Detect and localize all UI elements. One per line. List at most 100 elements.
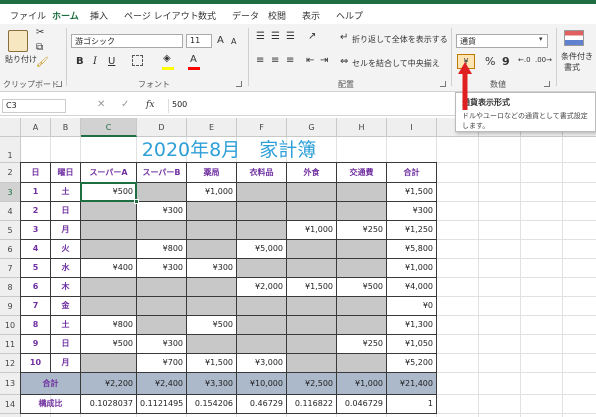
- decrease-decimal-icon[interactable]: .00→: [535, 57, 552, 64]
- data-cell[interactable]: [187, 335, 237, 354]
- data-cell[interactable]: [337, 297, 387, 316]
- paste-button[interactable]: 貼り付け: [5, 54, 37, 65]
- data-cell[interactable]: [337, 354, 387, 373]
- data-cell[interactable]: [237, 259, 287, 278]
- data-cell[interactable]: [287, 354, 337, 373]
- column-header-F[interactable]: F: [237, 118, 287, 137]
- data-cell[interactable]: ¥1,500: [387, 183, 437, 202]
- merge-center-icon[interactable]: ⇔: [340, 57, 348, 67]
- total-cell[interactable]: ¥21,400: [387, 373, 437, 395]
- header-cell[interactable]: 薬局: [187, 163, 237, 183]
- data-cell[interactable]: ¥5,000: [237, 240, 287, 259]
- header-cell[interactable]: 合計: [387, 163, 437, 183]
- data-cell[interactable]: [81, 278, 137, 297]
- data-cell[interactable]: ¥1,500: [187, 354, 237, 373]
- data-cell[interactable]: ¥300: [137, 259, 187, 278]
- font-size-box[interactable]: 11: [186, 34, 212, 48]
- data-cell[interactable]: ¥3,000: [237, 354, 287, 373]
- data-cell[interactable]: 土: [51, 183, 81, 202]
- data-cell[interactable]: [137, 221, 187, 240]
- row-header-8[interactable]: 8: [0, 278, 21, 297]
- data-cell[interactable]: [237, 335, 287, 354]
- row-header-4[interactable]: 4: [0, 202, 21, 221]
- shrink-font-button[interactable]: A: [231, 37, 236, 46]
- font-launcher[interactable]: [236, 81, 242, 87]
- fill-color-icon[interactable]: ◈: [163, 54, 171, 64]
- data-cell[interactable]: [137, 316, 187, 335]
- data-cell[interactable]: ¥1,050: [387, 335, 437, 354]
- tab-4[interactable]: 数式: [198, 9, 216, 22]
- column-header-B[interactable]: B: [51, 118, 81, 137]
- column-header-I[interactable]: I: [387, 118, 437, 137]
- tab-0[interactable]: ファイル: [10, 9, 46, 22]
- column-header-E[interactable]: E: [187, 118, 237, 137]
- data-cell[interactable]: [237, 297, 287, 316]
- cut-icon[interactable]: ✂: [36, 28, 44, 38]
- name-box[interactable]: C3: [2, 99, 66, 113]
- data-cell[interactable]: ¥300: [137, 335, 187, 354]
- tab-2[interactable]: 挿入: [90, 9, 108, 22]
- total-cell[interactable]: ¥1,000: [337, 373, 387, 395]
- row-header-2[interactable]: 2: [0, 163, 21, 183]
- row-header-14[interactable]: 14: [0, 395, 21, 414]
- data-cell[interactable]: [187, 278, 237, 297]
- increase-indent-icon[interactable]: ⇥: [320, 56, 328, 66]
- data-cell[interactable]: ¥300: [137, 202, 187, 221]
- data-cell[interactable]: [337, 240, 387, 259]
- align-center-icon[interactable]: ≡: [271, 56, 279, 66]
- data-cell[interactable]: [287, 183, 337, 202]
- conditional-format-icon[interactable]: [564, 30, 584, 46]
- data-cell[interactable]: [187, 240, 237, 259]
- data-cell[interactable]: 水: [51, 259, 81, 278]
- header-cell[interactable]: 曜日: [51, 163, 81, 183]
- align-middle-icon[interactable]: ☰: [271, 32, 280, 42]
- data-cell[interactable]: ¥1,250: [387, 221, 437, 240]
- header-cell[interactable]: 交通費: [337, 163, 387, 183]
- align-left-icon[interactable]: ≡: [256, 56, 264, 66]
- data-cell[interactable]: 2: [21, 202, 51, 221]
- border-icon[interactable]: [132, 55, 143, 66]
- ratio-cell[interactable]: 0.116822: [287, 395, 337, 414]
- tab-6[interactable]: 校閲: [268, 9, 286, 22]
- cancel-icon[interactable]: ✕: [97, 100, 105, 110]
- data-cell[interactable]: [287, 335, 337, 354]
- data-cell[interactable]: [81, 221, 137, 240]
- conditional-format-button-2[interactable]: 書式: [564, 62, 580, 73]
- orientation-icon[interactable]: ↗: [308, 32, 316, 42]
- data-cell[interactable]: 9: [21, 335, 51, 354]
- data-cell[interactable]: ¥500: [187, 316, 237, 335]
- data-cell[interactable]: [237, 316, 287, 335]
- underline-button[interactable]: U: [108, 56, 115, 67]
- data-cell[interactable]: 10: [21, 354, 51, 373]
- ratio-label-cell[interactable]: 構成比: [21, 395, 81, 414]
- data-cell[interactable]: [81, 297, 137, 316]
- data-cell[interactable]: ¥250: [337, 221, 387, 240]
- data-cell[interactable]: ¥1,000: [187, 183, 237, 202]
- italic-button[interactable]: I: [93, 56, 97, 67]
- paste-icon[interactable]: [8, 30, 28, 52]
- tab-3[interactable]: ページ レイアウト: [124, 9, 199, 22]
- tab-8[interactable]: ヘルプ: [336, 9, 363, 22]
- total-cell[interactable]: ¥10,000: [237, 373, 287, 395]
- data-cell[interactable]: 3: [21, 221, 51, 240]
- ratio-cell[interactable]: 0.1121495: [137, 395, 187, 414]
- number-launcher[interactable]: [544, 81, 550, 87]
- number-format-box[interactable]: 通貨: [456, 34, 548, 48]
- function-icon[interactable]: fx: [146, 100, 154, 110]
- data-cell[interactable]: [81, 354, 137, 373]
- comma-button[interactable]: 9: [502, 55, 510, 68]
- header-cell[interactable]: スーパーB: [137, 163, 187, 183]
- row-header-6[interactable]: 6: [0, 240, 21, 259]
- total-cell[interactable]: ¥2,200: [81, 373, 137, 395]
- data-cell[interactable]: [287, 240, 337, 259]
- data-cell[interactable]: ¥1,000: [387, 259, 437, 278]
- ratio-cell[interactable]: 0.154206: [187, 395, 237, 414]
- data-cell[interactable]: [337, 259, 387, 278]
- wrap-text-button[interactable]: 折り返して全体を表示する: [352, 34, 448, 45]
- data-cell[interactable]: [187, 221, 237, 240]
- data-cell[interactable]: 5: [21, 259, 51, 278]
- select-all-corner[interactable]: [0, 118, 21, 137]
- row-header-1[interactable]: 1: [0, 137, 21, 163]
- data-cell[interactable]: 月: [51, 221, 81, 240]
- bold-button[interactable]: B: [76, 56, 84, 67]
